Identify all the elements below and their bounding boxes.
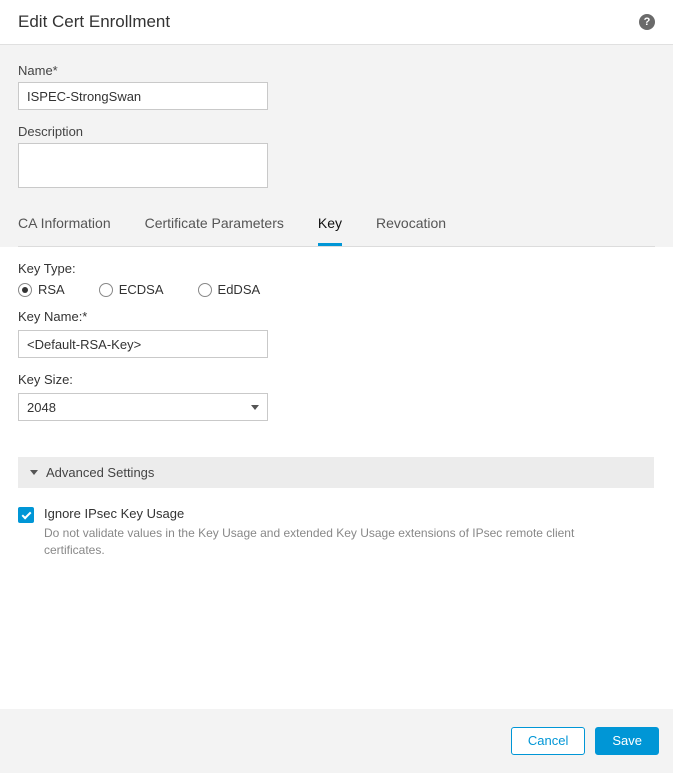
ignore-ipsec-label: Ignore IPsec Key Usage xyxy=(44,506,624,521)
dialog-header: Edit Cert Enrollment ? xyxy=(0,0,673,45)
radio-rsa[interactable] xyxy=(18,283,32,297)
key-name-input[interactable] xyxy=(18,330,268,358)
ignore-ipsec-checkbox[interactable] xyxy=(18,507,34,523)
advanced-settings-label: Advanced Settings xyxy=(46,465,154,480)
description-label: Description xyxy=(18,124,655,139)
name-label: Name* xyxy=(18,63,655,78)
tab-body: Key Type: RSA ECDSA EdDSA Key Name:* Key… xyxy=(0,247,673,589)
caret-down-icon xyxy=(30,470,38,475)
key-size-label: Key Size: xyxy=(18,372,655,387)
save-button[interactable]: Save xyxy=(595,727,659,755)
radio-ecdsa[interactable] xyxy=(99,283,113,297)
radio-rsa-label: RSA xyxy=(38,282,65,297)
name-input[interactable] xyxy=(18,82,268,110)
tab-revocation[interactable]: Revocation xyxy=(376,205,446,246)
tab-ca-information[interactable]: CA Information xyxy=(18,205,111,246)
radio-eddsa[interactable] xyxy=(198,283,212,297)
tab-bar: CA Information Certificate Parameters Ke… xyxy=(18,205,655,246)
key-type-radio-group: RSA ECDSA EdDSA xyxy=(18,282,655,297)
advanced-settings-toggle[interactable]: Advanced Settings xyxy=(18,457,654,488)
ignore-ipsec-description: Do not validate values in the Key Usage … xyxy=(44,525,624,559)
check-icon xyxy=(21,509,31,519)
tab-certificate-parameters[interactable]: Certificate Parameters xyxy=(145,205,284,246)
tab-key[interactable]: Key xyxy=(318,205,342,246)
key-type-label: Key Type: xyxy=(18,261,655,276)
radio-ecdsa-label: ECDSA xyxy=(119,282,164,297)
radio-eddsa-label: EdDSA xyxy=(218,282,261,297)
dialog-title: Edit Cert Enrollment xyxy=(18,12,170,32)
cancel-button[interactable]: Cancel xyxy=(511,727,585,755)
dialog-footer: Cancel Save xyxy=(0,709,673,773)
key-name-label: Key Name:* xyxy=(18,309,655,324)
key-size-value: 2048 xyxy=(27,400,56,415)
help-icon[interactable]: ? xyxy=(639,14,655,30)
key-size-select[interactable]: 2048 xyxy=(18,393,268,421)
form-top-section: Name* Description CA Information Certifi… xyxy=(0,45,673,247)
description-input[interactable] xyxy=(18,143,268,188)
chevron-down-icon xyxy=(251,405,259,410)
